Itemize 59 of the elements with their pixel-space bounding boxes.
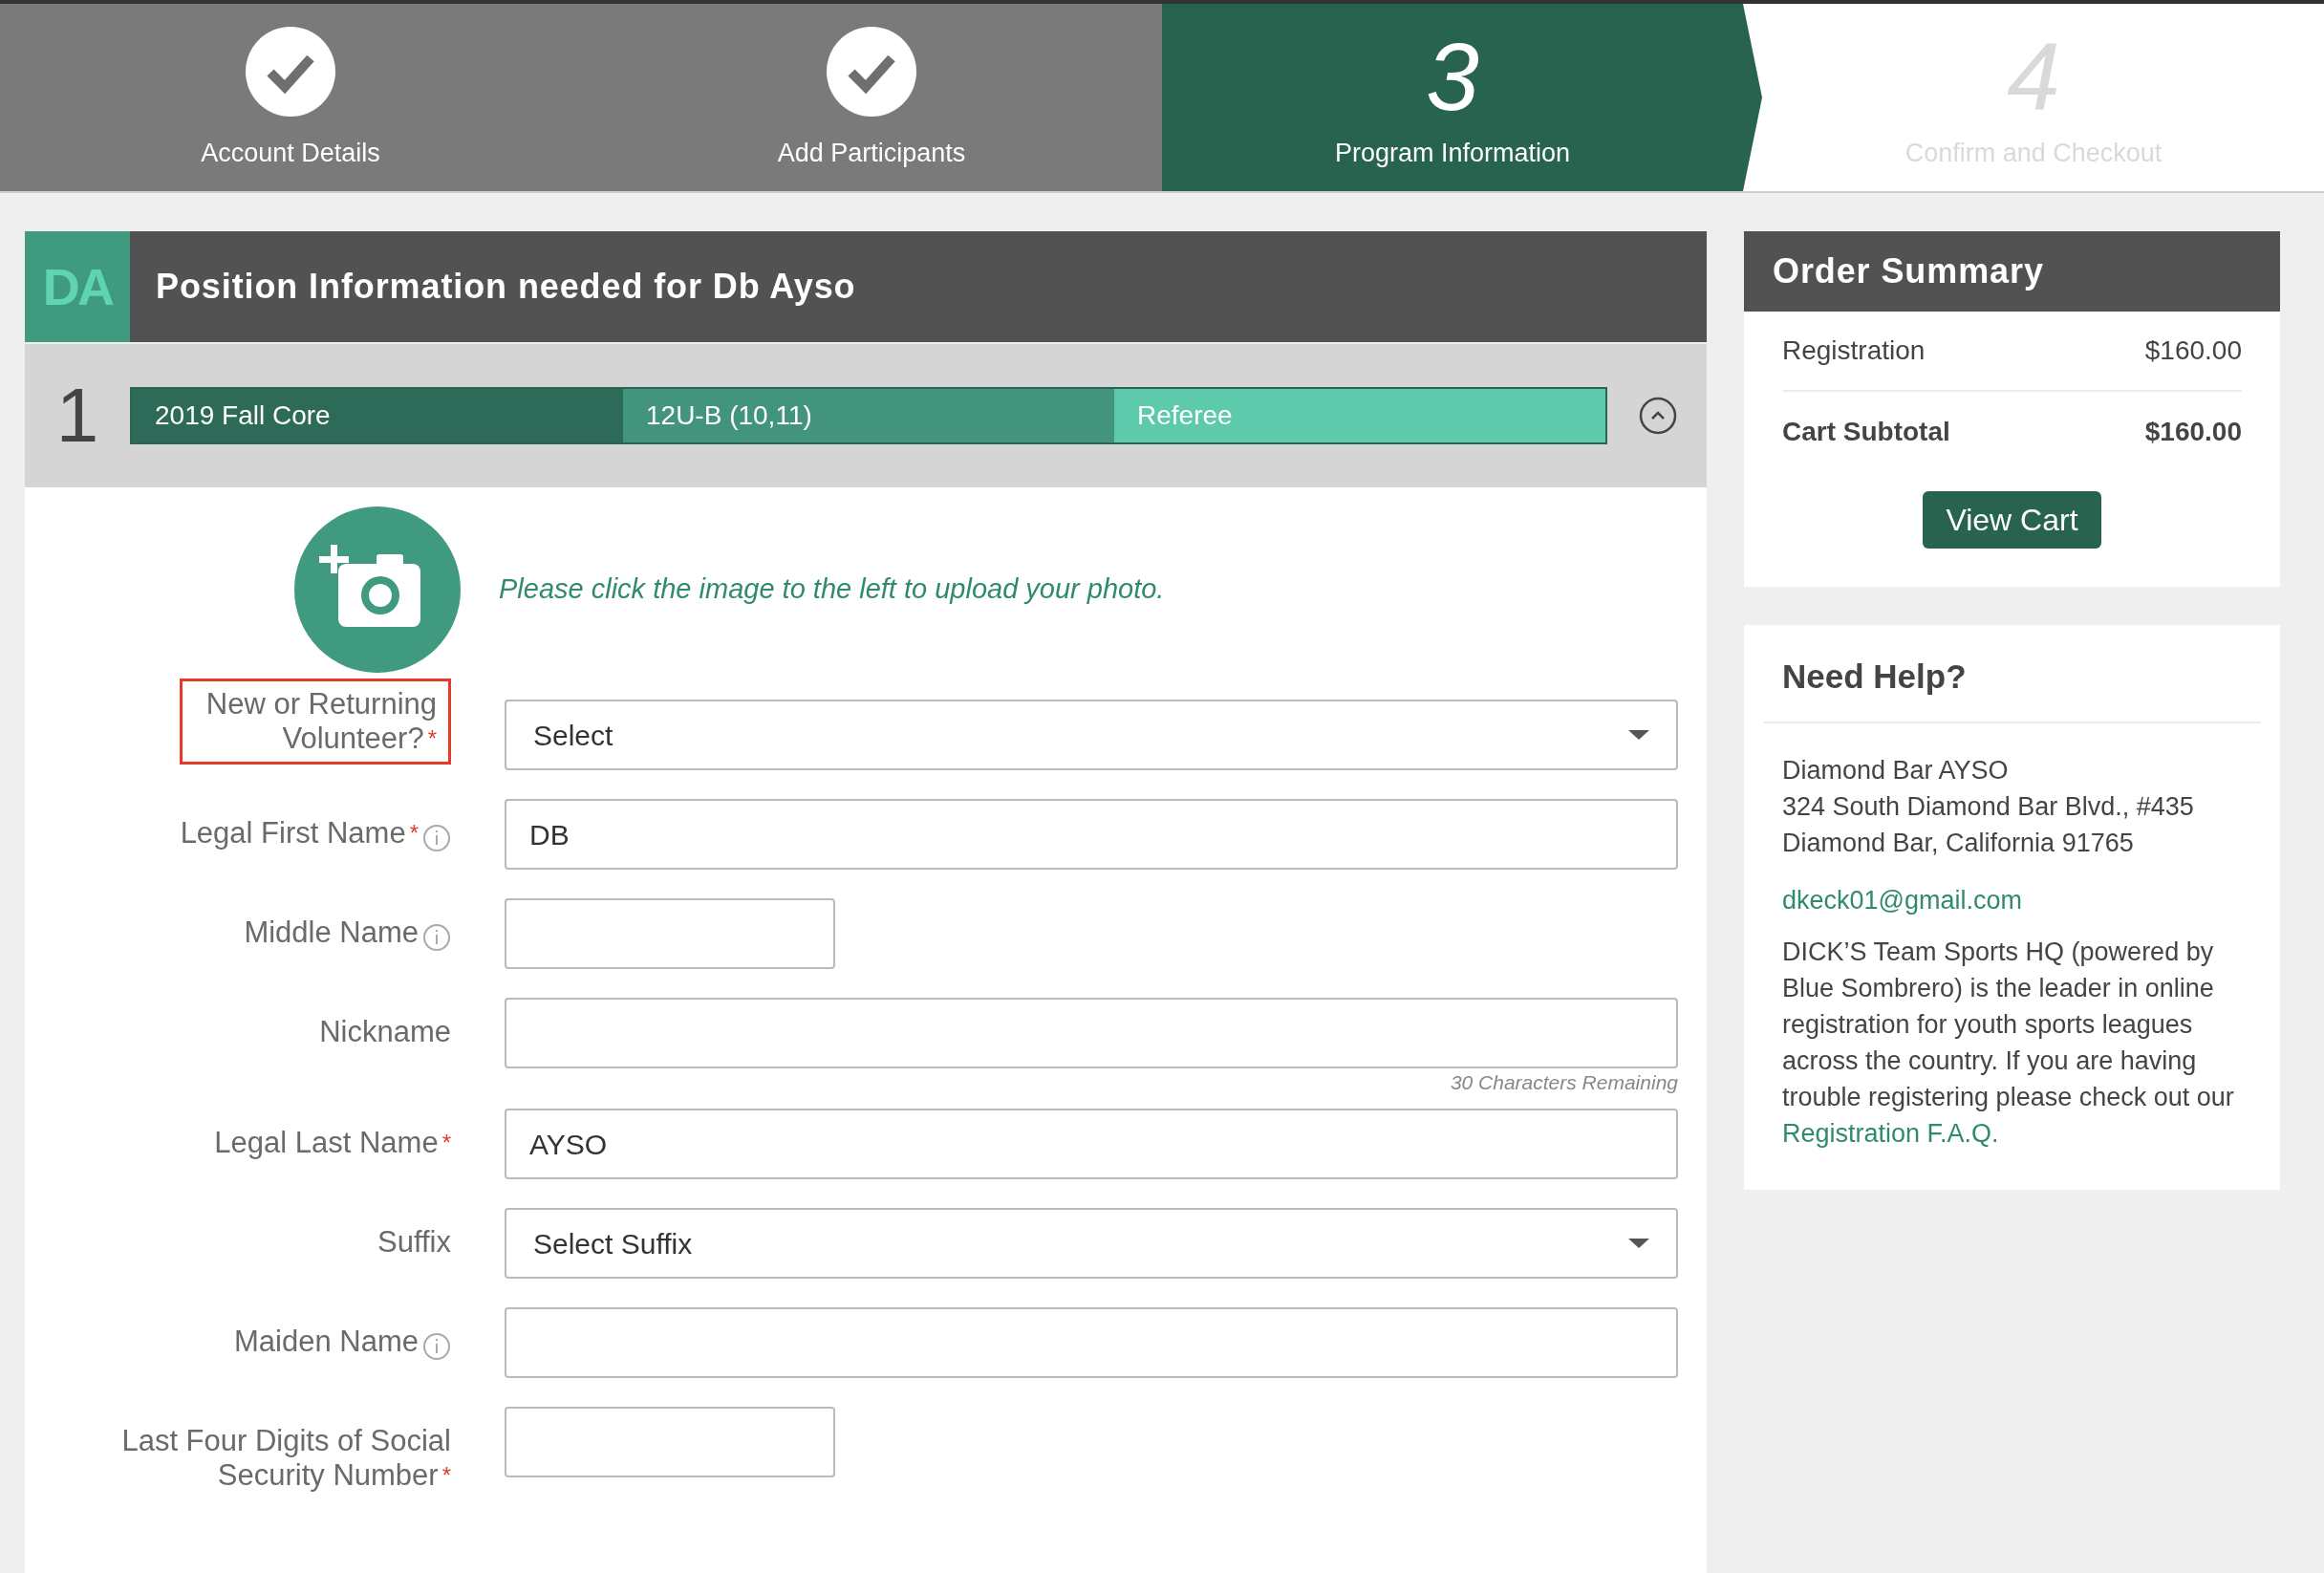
caret-icon: [1628, 730, 1649, 740]
field-label: Middle Name: [244, 916, 419, 951]
check-icon: [246, 26, 335, 117]
required-mark: *: [441, 1130, 451, 1155]
address-line: Diamond Bar AYSO: [1782, 754, 2010, 786]
view-cart-button[interactable]: View Cart: [1923, 491, 2101, 549]
step-tab[interactable]: Add Participants: [581, 4, 1162, 191]
help-title: Need Help?: [1782, 657, 1968, 697]
collapse-icon[interactable]: [1638, 396, 1678, 436]
step-tab[interactable]: 3 Program Information: [1162, 4, 1743, 191]
item-number: 1: [54, 372, 100, 460]
input-field[interactable]: [505, 1407, 835, 1477]
field-label: Legal First Name*: [180, 816, 419, 851]
caret-icon: [1628, 1239, 1649, 1248]
summary-amount: $160.00: [2144, 334, 2242, 367]
step-number: 3: [1426, 28, 1479, 124]
info-icon[interactable]: [422, 1332, 451, 1361]
step-label: Program Information: [1334, 137, 1571, 169]
input-field[interactable]: AYSO: [505, 1109, 1678, 1179]
input-field[interactable]: [505, 898, 835, 969]
input-field[interactable]: [505, 1307, 1678, 1378]
camera-upload-icon[interactable]: [294, 506, 461, 673]
field-label: Nickname: [319, 1015, 451, 1049]
step-tab[interactable]: Account Details: [0, 4, 581, 191]
breadcrumb-segment: 12U-B (10,11): [623, 387, 1114, 444]
check-icon: [827, 26, 916, 117]
required-mark: *: [441, 1462, 451, 1488]
summary-label: Cart Subtotal: [1782, 416, 1950, 448]
required-mark: *: [409, 820, 419, 846]
character-counter: 30 Characters Remaining: [1450, 1070, 1678, 1095]
email-link[interactable]: dkeck01@gmail.com: [1782, 881, 2242, 918]
dropdown-value: Select Suffix: [533, 1226, 693, 1261]
panel-title: Position Information needed for Db Ayso: [156, 266, 856, 308]
address-line: Diamond Bar, California 91765: [1782, 827, 2135, 859]
field-label: Last Four Digits of Social Security Number*: [120, 1424, 451, 1493]
initials-badge: DA: [25, 231, 130, 342]
address-line: 324 South Diamond Bar Blvd., #435: [1782, 790, 2195, 823]
breadcrumb-segment: Referee: [1114, 387, 1607, 444]
field-label: Legal Last Name*: [214, 1126, 451, 1160]
summary-amount: $160.00: [2144, 416, 2242, 448]
required-mark: *: [427, 725, 437, 751]
faq-link[interactable]: Registration F.A.Q.: [1782, 1118, 1999, 1148]
step-label: Account Details: [201, 137, 380, 169]
input-field[interactable]: [505, 998, 1678, 1068]
breadcrumb-segment: 2019 Fall Core: [130, 387, 623, 444]
help-text: DICK’S Team Sports HQ (powered by Blue Sombrero) is the leader in online registration for youth sports leagues across the country. If you are having trouble registering please check out our Registration F.A.Q.: [1782, 936, 2235, 1150]
order-summary-title: Order Summary: [1744, 231, 2280, 312]
info-icon[interactable]: [422, 824, 451, 852]
info-icon[interactable]: [422, 923, 451, 952]
summary-label: Registration: [1782, 334, 1926, 367]
dropdown[interactable]: Select Suffix: [505, 1208, 1678, 1279]
field-label: New or Returning Volunteer?*: [180, 679, 451, 765]
upload-instruction: Please click the image to the left to upload your photo.: [499, 572, 1165, 607]
dropdown[interactable]: Select: [505, 700, 1678, 770]
field-label: Maiden Name: [234, 1325, 419, 1360]
step-label: Add Participants: [777, 137, 966, 169]
dropdown-value: Select: [533, 718, 613, 753]
field-label: Suffix: [377, 1225, 451, 1260]
input-field[interactable]: DB: [505, 799, 1678, 870]
